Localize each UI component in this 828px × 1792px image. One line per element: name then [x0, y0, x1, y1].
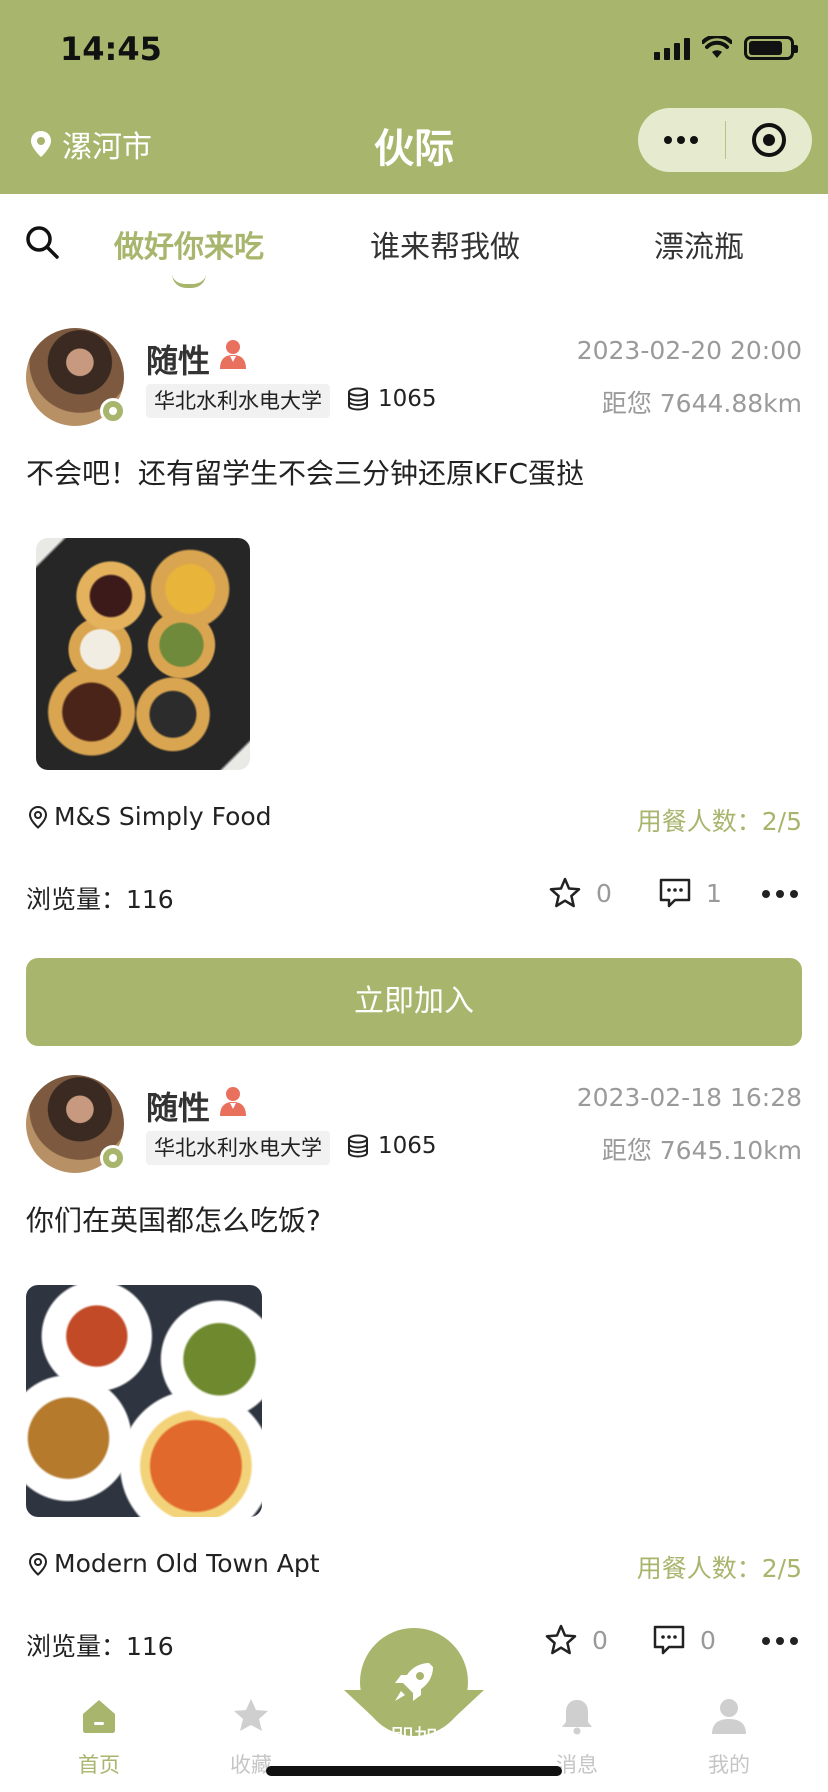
join-button[interactable]: 立即加入: [26, 958, 802, 1046]
city-selector[interactable]: 漯河市: [30, 122, 152, 166]
search-icon[interactable]: [24, 224, 60, 260]
post-text[interactable]: 你们在英国都怎么吃饭?: [26, 1199, 321, 1239]
location-pin-icon: [31, 131, 51, 157]
school-tag: 华北水利水电大学: [146, 1131, 330, 1165]
view-count: 浏览量：116: [26, 1632, 174, 1661]
tab-drift-bottle-label: 漂流瓶: [654, 230, 744, 265]
coins-icon: [348, 387, 368, 411]
close-mini-program-button[interactable]: [726, 108, 813, 172]
mini-program-capsule: [638, 108, 812, 172]
tab-eat[interactable]: 做好你来吃: [114, 222, 264, 288]
star-icon: [234, 1699, 268, 1731]
status-time: 14:45: [60, 30, 162, 68]
comment-button[interactable]: 0: [652, 1623, 716, 1657]
tabbar-label-profile: 我的: [708, 1753, 750, 1777]
active-tab-indicator: [172, 274, 206, 288]
comment-button[interactable]: 1: [658, 876, 722, 910]
tab-eat-label: 做好你来吃: [114, 230, 264, 265]
location-pin-icon: [28, 1552, 48, 1576]
coin-count: 1065: [346, 1133, 437, 1159]
favorite-button[interactable]: 0: [548, 876, 612, 910]
more-menu-button[interactable]: [638, 108, 725, 172]
user-icon: [712, 1699, 746, 1734]
diner-count: 用餐人数：2/5: [636, 807, 802, 836]
post-distance: 距您 7644.88km: [601, 389, 802, 418]
category-tabs: 做好你来吃 谁来帮我做 漂流瓶: [0, 194, 828, 294]
author-name[interactable]: 随性: [146, 1083, 210, 1129]
school-tag: 华北水利水电大学: [146, 384, 330, 418]
star-icon: [549, 877, 581, 908]
tab-drift-bottle[interactable]: 漂流瓶: [654, 222, 744, 266]
coin-value: 1065: [378, 1133, 437, 1159]
avatar[interactable]: [26, 1075, 126, 1173]
location-name: M&S Simply Food: [54, 802, 272, 831]
female-gender-icon: [220, 1087, 246, 1116]
bell-icon: [562, 1700, 592, 1735]
post-time: 2023-02-18 16:28: [576, 1083, 802, 1112]
wifi-icon: [702, 36, 732, 58]
more-options-icon[interactable]: [762, 890, 798, 898]
top-bar: 14:45 漯河市 伙际: [0, 0, 828, 194]
target-icon: [751, 123, 786, 157]
comment-count: 0: [700, 1625, 716, 1655]
status-icons: [654, 36, 798, 60]
home-indicator[interactable]: [266, 1766, 562, 1776]
comment-count: 1: [706, 878, 722, 908]
star-icon: [545, 1624, 577, 1655]
cellular-signal-icon: [654, 36, 690, 60]
female-gender-icon: [220, 340, 246, 369]
view-count: 浏览量：116: [26, 885, 174, 914]
post-location[interactable]: Modern Old Town Apt: [28, 1549, 320, 1578]
location-pin-icon: [28, 805, 48, 829]
favorite-button[interactable]: 0: [544, 1623, 608, 1657]
author-name[interactable]: 随性: [146, 336, 210, 382]
battery-icon: [744, 36, 798, 60]
rocket-icon: [395, 1663, 433, 1701]
tab-cook-label: 谁来帮我做: [370, 230, 520, 265]
favorite-count: 0: [592, 1625, 608, 1655]
tabbar-item-profile[interactable]: 我的: [684, 1696, 774, 1779]
coin-value: 1065: [378, 386, 437, 412]
post-image[interactable]: [26, 1285, 262, 1517]
avatar[interactable]: [26, 328, 126, 426]
diner-count: 用餐人数：2/5: [636, 1554, 802, 1583]
comment-icon: [653, 1625, 685, 1655]
verified-badge-icon: [100, 398, 126, 424]
tab-cook[interactable]: 谁来帮我做: [370, 222, 520, 266]
post-time: 2023-02-20 20:00: [576, 336, 802, 365]
more-dots-icon: [664, 136, 699, 144]
city-name: 漯河市: [62, 130, 152, 165]
fab-label: 立即加入: [366, 1724, 462, 1752]
comment-icon: [659, 878, 691, 908]
location-name: Modern Old Town Apt: [54, 1549, 320, 1578]
post-image[interactable]: [36, 538, 250, 770]
favorite-count: 0: [596, 878, 612, 908]
home-icon: [83, 1700, 115, 1733]
post-distance: 距您 7645.10km: [601, 1136, 802, 1165]
more-options-icon[interactable]: [762, 1637, 798, 1645]
tabbar-label-home: 首页: [78, 1753, 120, 1777]
tabbar-item-home[interactable]: 首页: [54, 1696, 144, 1779]
post-text[interactable]: 不会吧！还有留学生不会三分钟还原KFC蛋挞: [26, 452, 584, 492]
post-location[interactable]: M&S Simply Food: [28, 802, 272, 831]
coin-count: 1065: [346, 386, 437, 412]
verified-badge-icon: [100, 1145, 126, 1171]
coins-icon: [348, 1134, 368, 1158]
